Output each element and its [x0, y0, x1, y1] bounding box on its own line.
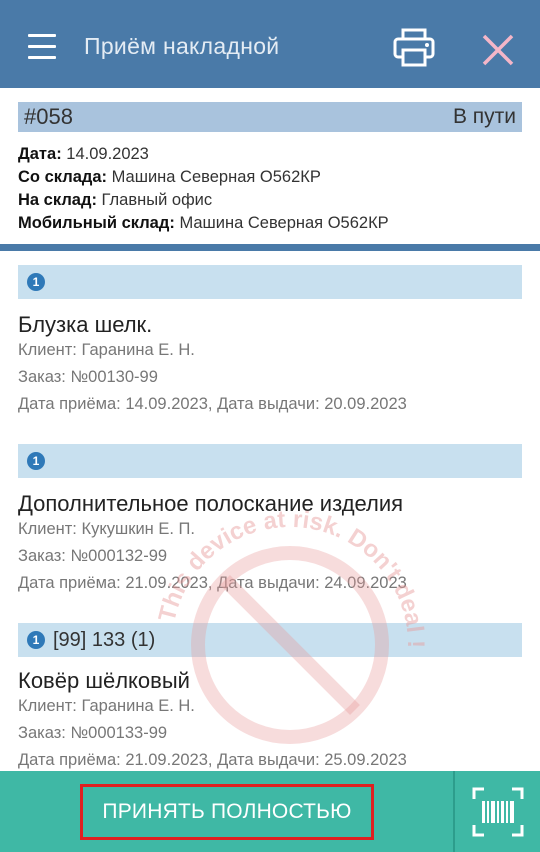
item-client: Клиент: Кукушкин Е. П. [18, 520, 195, 538]
item-client: Клиент: Гаранина Е. Н. [18, 341, 195, 359]
item-order: Заказ: №00130-99 [18, 368, 158, 386]
item-order: Заказ: №000133-99 [18, 724, 168, 742]
to-warehouse-value: Главный офис [101, 191, 213, 209]
item-name: Дополнительное полоскание изделия [18, 491, 404, 516]
item-header-bar: 1 [18, 265, 522, 299]
to-warehouse-label: На склад: [18, 191, 97, 209]
document-header: #058 В пути Дата: 14.09.2023 Со склада: … [0, 88, 540, 244]
mobile-warehouse-label: Мобильный склад: [18, 214, 175, 232]
item-dates: Дата приёма: 21.09.2023, Дата выдачи: 25… [18, 751, 407, 769]
date-field: Дата: 14.09.2023 [18, 145, 149, 164]
from-warehouse-field: Со склада: Машина Северная О562КР [18, 168, 321, 187]
from-warehouse-label: Со склада: [18, 168, 108, 186]
header-divider [0, 244, 540, 251]
item-dates: Дата приёма: 14.09.2023, Дата выдачи: 20… [18, 395, 407, 413]
item-list[interactable]: 1 Блузка шелк. Клиент: Гаранина Е. Н. За… [0, 251, 540, 771]
item-name: Ковёр шёлковый [18, 668, 190, 693]
bottom-divider [453, 771, 455, 852]
to-warehouse-field: На склад: Главный офис [18, 191, 212, 210]
from-warehouse-value: Машина Северная О562КР [111, 168, 321, 186]
document-status: В пути [452, 105, 516, 128]
count-badge: 1 [27, 631, 45, 649]
document-title-bar: #058 В пути [18, 102, 522, 132]
printer-icon[interactable] [392, 28, 436, 68]
close-icon[interactable] [480, 32, 516, 68]
app-bar: Приём накладной [0, 0, 540, 88]
count-badge: 1 [27, 452, 45, 470]
accept-all-button[interactable]: ПРИНЯТЬ ПОЛНОСТЬЮ [80, 784, 374, 840]
item-name: Блузка шелк. [18, 312, 153, 337]
bottom-action-bar: ПРИНЯТЬ ПОЛНОСТЬЮ [0, 771, 540, 852]
document-number: #058 [24, 104, 73, 129]
item-header-bar: 1 [99] 133 (1) [18, 623, 522, 657]
date-value: 14.09.2023 [66, 145, 149, 163]
item-dates: Дата приёма: 21.09.2023, Дата выдачи: 24… [18, 574, 407, 592]
menu-icon[interactable] [28, 34, 56, 60]
item-header-bar: 1 [18, 444, 522, 478]
item-order: Заказ: №000132-99 [18, 547, 168, 565]
mobile-warehouse-value: Машина Северная О562КР [179, 214, 389, 232]
item-bar-text: [99] 133 (1) [53, 628, 156, 651]
date-label: Дата: [18, 145, 62, 163]
page-title: Приём накладной [84, 33, 280, 59]
count-badge: 1 [27, 273, 45, 291]
mobile-warehouse-field: Мобильный склад: Машина Северная О562КР [18, 214, 389, 233]
barcode-scan-icon[interactable] [470, 785, 526, 839]
item-client: Клиент: Гаранина Е. Н. [18, 697, 195, 715]
